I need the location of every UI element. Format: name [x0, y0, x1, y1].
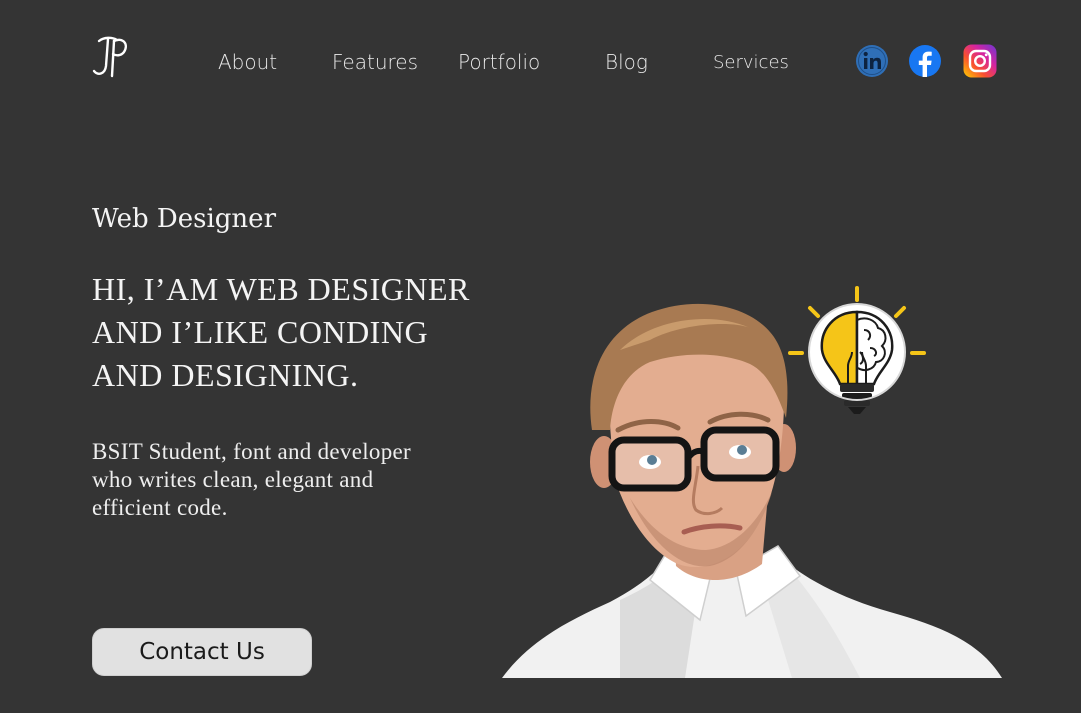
description-line: efficient code. — [92, 495, 228, 520]
nav-features[interactable]: Features — [332, 50, 418, 74]
contact-us-button[interactable]: Contact Us — [92, 628, 312, 676]
nav-about[interactable]: About — [218, 50, 277, 74]
headline-line: AND I’LIKE CONDING — [92, 314, 429, 350]
hero-description: BSIT Student, font and developer who wri… — [92, 438, 492, 522]
headline-line: AND DESIGNING. — [92, 357, 359, 393]
description-line: who writes clean, elegant and — [92, 467, 374, 492]
role-label: Web Designer — [92, 204, 276, 234]
description-line: BSIT Student, font and developer — [92, 439, 411, 464]
nav-blog[interactable]: Blog — [605, 50, 648, 74]
lightbulb-brain-icon — [788, 286, 926, 414]
man-with-glasses-photo — [502, 303, 1002, 678]
nav-services[interactable]: Services — [713, 52, 789, 73]
facebook-icon[interactable] — [908, 44, 942, 78]
instagram-icon[interactable] — [963, 44, 997, 78]
linkedin-icon[interactable] — [855, 44, 889, 78]
logo[interactable] — [90, 32, 132, 80]
headline-line: HI, I’AM WEB DESIGNER — [92, 271, 470, 307]
nav-portfolio[interactable]: Portfolio — [458, 50, 540, 74]
hero-headline: HI, I’AM WEB DESIGNER AND I’LIKE CONDING… — [92, 268, 512, 397]
